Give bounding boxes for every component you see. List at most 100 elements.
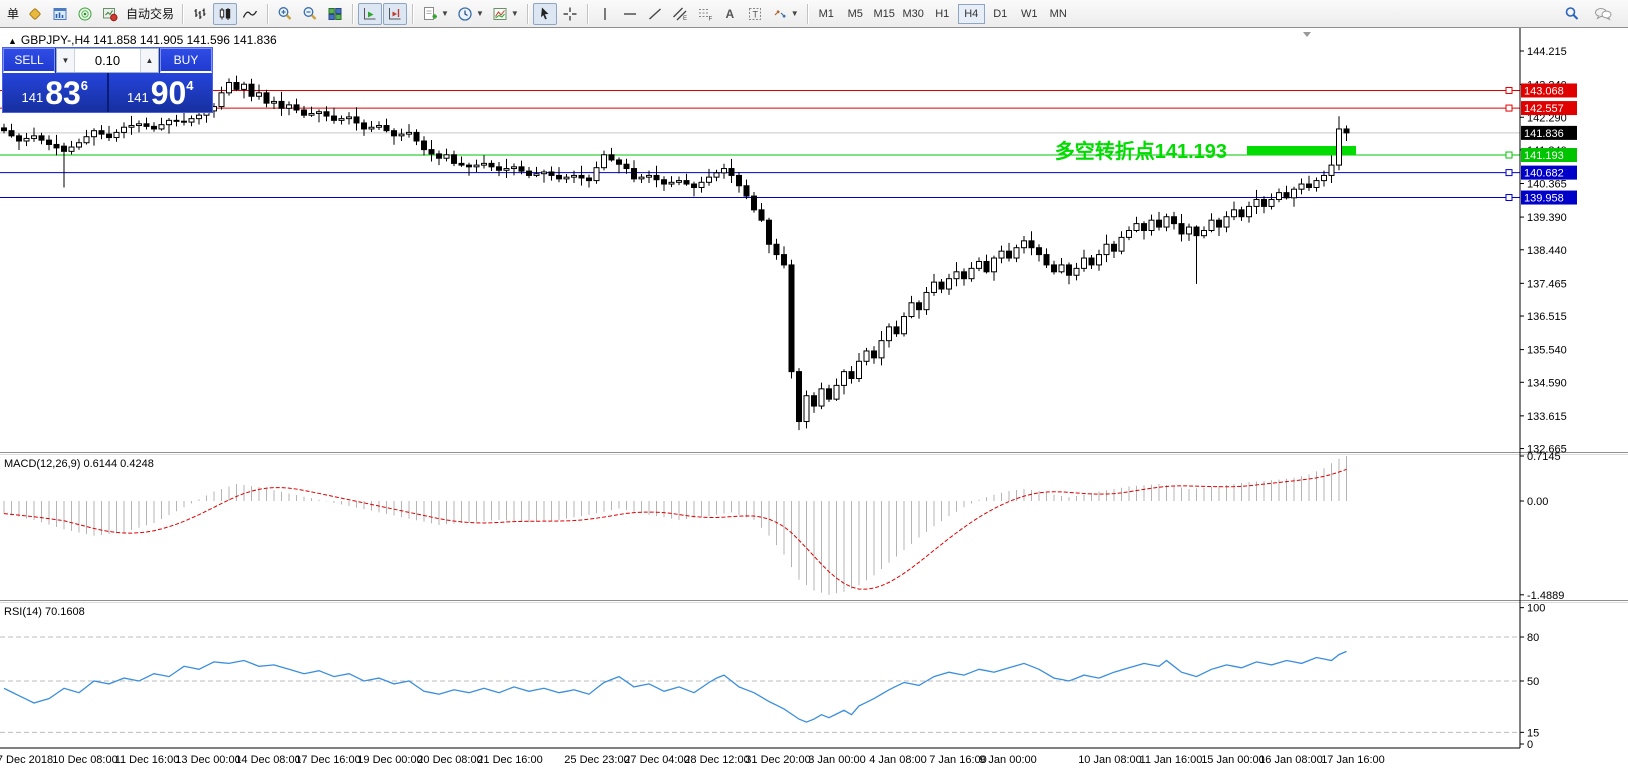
candle (1006, 250, 1012, 259)
candle (631, 168, 637, 180)
timeframe-button-mn[interactable]: MN (1045, 4, 1072, 24)
symbol-title: ▲ GBPJPY-,H4 141.858 141.905 141.596 141.… (8, 33, 277, 47)
vertical-line-tool-icon[interactable] (593, 3, 617, 25)
buy-price-button[interactable]: 141 90 4 (108, 73, 212, 112)
timeframe-button-d1[interactable]: D1 (987, 4, 1014, 24)
candle (158, 124, 165, 130)
volume-increase-button[interactable]: ▲ (140, 49, 158, 72)
rsi-level-label: 15 (1527, 727, 1539, 739)
bar-chart-type-icon[interactable] (188, 3, 212, 25)
candle (608, 154, 615, 161)
sell-price-button[interactable]: 141 83 6 (3, 73, 109, 112)
timeframe-button-h1[interactable]: H1 (929, 4, 956, 24)
equidistant-channel-tool-icon[interactable]: E (668, 3, 692, 25)
candle (473, 164, 480, 168)
candle (23, 137, 30, 142)
candle (661, 179, 667, 185)
auto-scroll-icon[interactable] (358, 2, 383, 25)
auto-trading-icon[interactable] (98, 3, 122, 25)
time-axis-label: 13 Dec 00:00 (175, 754, 240, 766)
toolbar: 单 自动交易 ▼ ▼ ▼ E F A T ▼ M1 M5 M15 M30 H1 … (0, 0, 1628, 28)
candle (758, 209, 765, 221)
tile-windows-icon[interactable] (323, 3, 347, 25)
candle (121, 126, 127, 133)
candle (398, 133, 405, 137)
timeframe-button-h4[interactable]: H4 (957, 3, 985, 24)
volume-decrease-button[interactable]: ▼ (57, 49, 75, 72)
zoom-out-icon[interactable] (298, 3, 322, 25)
price-badge-label: 139.958 (1524, 193, 1564, 205)
svg-text:F: F (708, 16, 712, 22)
candle (1253, 199, 1260, 207)
candle (331, 115, 337, 121)
candle (526, 170, 532, 176)
timeframe-button-m15[interactable]: M15 (871, 4, 898, 24)
trendline-tool-icon[interactable] (643, 3, 667, 25)
line-handle[interactable] (1505, 194, 1513, 202)
candle (1133, 223, 1140, 232)
collapse-triangle-icon[interactable]: ▲ (8, 36, 17, 46)
crosshair-icon[interactable] (558, 3, 582, 25)
timeframe-button-m5[interactable]: M5 (842, 4, 869, 24)
auto-trading-label[interactable]: 自动交易 (123, 5, 177, 22)
timeframe-button-m30[interactable]: M30 (900, 4, 927, 24)
chart-shift-icon[interactable] (383, 2, 408, 25)
line-handle[interactable] (1505, 169, 1513, 177)
candle (1223, 216, 1230, 228)
text-tool-icon[interactable]: A (718, 3, 742, 25)
macd-pane-label: MACD(12,26,9) 0.6144 0.4248 (4, 458, 154, 470)
candle (233, 81, 240, 90)
timeframe-button-m1[interactable]: M1 (813, 4, 840, 24)
candle (616, 159, 622, 165)
fibonacci-tool-icon[interactable]: F (693, 3, 717, 25)
timeframe-button-w1[interactable]: W1 (1016, 4, 1043, 24)
signal-icon[interactable] (73, 3, 97, 25)
cursor-icon[interactable] (532, 2, 557, 25)
time-axis-label: 17 Jan 16:00 (1321, 754, 1385, 766)
candle (818, 388, 825, 407)
candle (443, 154, 450, 159)
order-tag-icon[interactable] (23, 3, 47, 25)
sell-button[interactable]: SELL (3, 48, 55, 73)
candlestick-chart-type-icon[interactable] (213, 2, 238, 25)
candle (76, 142, 82, 148)
candle (556, 174, 562, 180)
rsi-level-label: 100 (1527, 603, 1545, 615)
volume-input[interactable] (75, 49, 140, 72)
candle (796, 371, 802, 423)
text-label-tool-icon[interactable]: T (743, 3, 767, 25)
search-icon[interactable] (1560, 3, 1584, 25)
buy-button[interactable]: BUY (160, 48, 212, 73)
chat-icon[interactable] (1590, 3, 1616, 25)
candle (1291, 188, 1297, 199)
candle (848, 371, 855, 380)
templates-icon[interactable]: ▼ (488, 3, 522, 25)
pane-separator (0, 600, 1628, 601)
indicators-icon[interactable]: ▼ (418, 3, 452, 25)
horizontal-line-tool-icon[interactable] (618, 3, 642, 25)
time-axis-label: 25 Dec 23:00 (564, 754, 629, 766)
line-handle[interactable] (1505, 104, 1513, 112)
pivot-annotation-text[interactable]: 多空转折点141.193 (1055, 139, 1227, 163)
candle (451, 154, 457, 164)
chart-area[interactable]: 多空转折点141.193144.215143.240142.290141.340… (0, 28, 1628, 775)
candle (533, 173, 540, 176)
chart-window-icon[interactable] (48, 3, 72, 25)
rsi-line (3, 650, 1347, 723)
zoom-in-icon[interactable] (273, 3, 297, 25)
candle (436, 153, 442, 159)
price-tick-label: 133.615 (1527, 411, 1567, 423)
chart-canvas[interactable]: 多空转折点141.193144.215143.240142.290141.340… (0, 28, 1628, 775)
candle (413, 131, 420, 142)
new-order-button[interactable]: 单 (4, 5, 22, 22)
periods-clock-icon[interactable]: ▼ (453, 3, 487, 25)
arrows-tool-icon[interactable]: ▼ (768, 3, 802, 25)
line-chart-type-icon[interactable] (238, 3, 262, 25)
one-click-trading-panel: SELL ▼ ▲ BUY 141 83 6 141 90 4 (2, 47, 213, 113)
chevron-down-icon: ▼ (441, 9, 449, 18)
line-handle[interactable] (1505, 86, 1513, 94)
candle (323, 111, 330, 117)
line-handle[interactable] (1505, 151, 1513, 159)
candle (541, 171, 547, 175)
candle (1088, 257, 1095, 266)
